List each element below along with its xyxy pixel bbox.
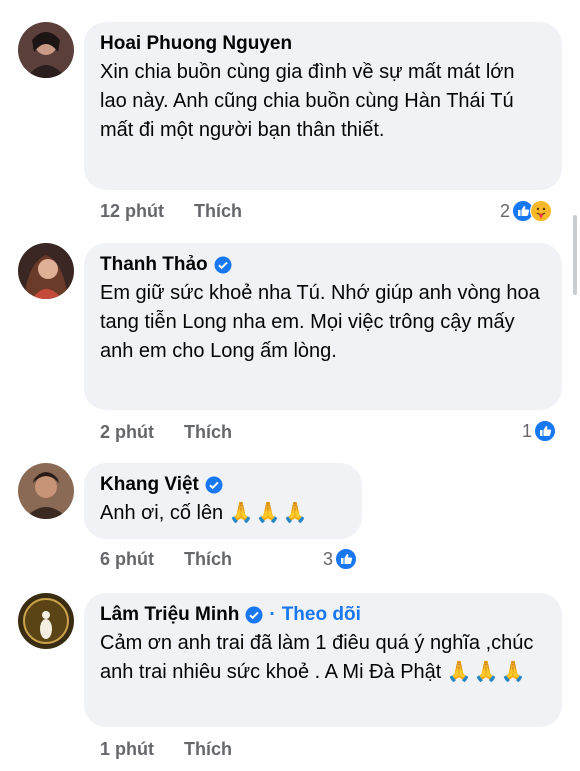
comment-bubble: Thanh Thảo Em giữ sức khoẻ nha Tú. Nhớ g… — [84, 243, 562, 410]
comment-actions: 12 phút Thích — [100, 201, 242, 222]
avatar[interactable] — [18, 593, 74, 649]
comment-text: Cảm ơn anh trai đã làm 1 điêu quá ý nghĩ… — [100, 629, 544, 687]
author-name[interactable]: Thanh Thảo — [100, 253, 208, 277]
comment-author[interactable]: Khang Việt — [100, 473, 344, 497]
comment-text: Em giữ sức khoẻ nha Tú. Nhớ giúp anh vòn… — [100, 282, 540, 362]
timestamp[interactable]: 2 phút — [100, 422, 154, 443]
comment-author[interactable]: Thanh Thảo — [100, 253, 544, 277]
reaction-summary[interactable]: 3 — [323, 548, 358, 570]
author-name[interactable]: Khang Việt — [100, 473, 199, 497]
reaction-count: 2 — [500, 200, 511, 221]
avatar[interactable] — [18, 463, 74, 519]
comment-text-body: Anh ơi, cố lên — [100, 502, 224, 524]
comment-bubble: Lâm Triệu Minh · Theo dõi Cảm ơn anh tra… — [84, 593, 562, 727]
avatar[interactable] — [18, 243, 74, 299]
timestamp[interactable]: 1 phút — [100, 739, 154, 760]
avatar[interactable] — [18, 22, 74, 78]
like-button[interactable]: Thích — [184, 739, 232, 760]
comment-bubble: Khang Việt Anh ơi, cố lên 🙏🙏🙏 — [84, 463, 362, 539]
timestamp[interactable]: 6 phút — [100, 549, 154, 570]
like-icon — [534, 420, 557, 442]
reaction-count: 3 — [323, 548, 334, 569]
verified-badge-icon — [214, 256, 232, 274]
verified-badge-icon — [245, 606, 263, 624]
author-name[interactable]: Lâm Triệu Minh — [100, 603, 239, 627]
like-button[interactable]: Thích — [184, 422, 232, 443]
reaction-summary[interactable]: 1 — [522, 420, 557, 442]
comment-text: Anh ơi, cố lên 🙏🙏🙏 — [100, 499, 344, 528]
comment-actions: 6 phút Thích — [100, 549, 232, 570]
follow-button[interactable]: Theo dõi — [282, 603, 361, 627]
comment-actions: 1 phút Thích — [100, 739, 232, 760]
reaction-count: 1 — [522, 420, 533, 441]
author-name[interactable]: Hoai Phuong Nguyen — [100, 32, 292, 56]
comment-bubble: Hoai Phuong Nguyen Xin chia buồn cùng gi… — [84, 22, 562, 190]
comment-text: Xin chia buồn cùng gia đình về sự mất má… — [100, 61, 515, 141]
like-icon — [335, 548, 358, 570]
like-button[interactable]: Thích — [184, 549, 232, 570]
verified-badge-icon — [205, 476, 223, 494]
comment-author[interactable]: Lâm Triệu Minh · Theo dõi — [100, 603, 544, 627]
separator-dot: · — [269, 604, 276, 625]
comment-actions: 2 phút Thích — [100, 422, 232, 443]
comment-author[interactable]: Hoai Phuong Nguyen — [100, 32, 544, 56]
pray-emoji: 🙏🙏🙏 — [446, 661, 528, 683]
like-button[interactable]: Thích — [194, 201, 242, 222]
reaction-summary[interactable]: 2 — [500, 200, 553, 222]
scrollbar[interactable] — [573, 215, 577, 295]
care-icon — [530, 200, 553, 222]
timestamp[interactable]: 12 phút — [100, 201, 164, 222]
pray-emoji: 🙏🙏🙏 — [228, 502, 310, 524]
